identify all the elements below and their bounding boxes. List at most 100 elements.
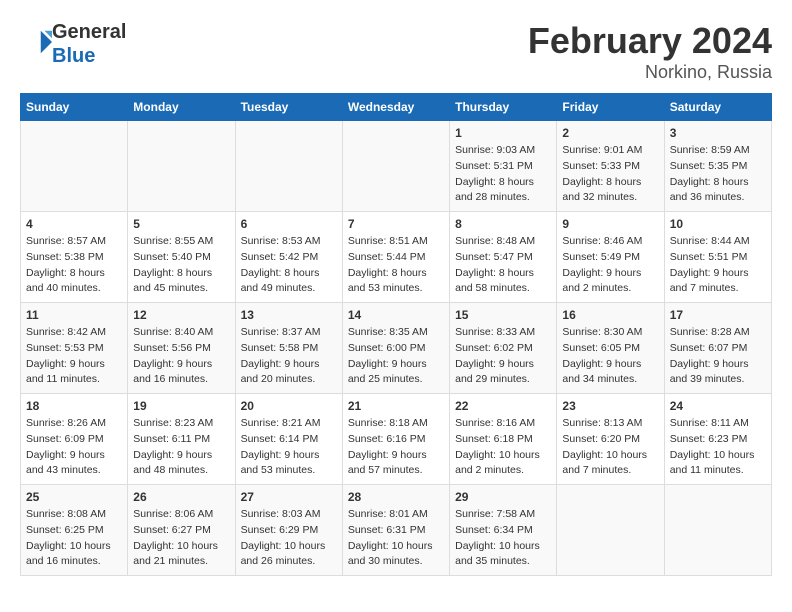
day-number: 6 (241, 217, 337, 231)
day-info: Sunrise: 8:44 AM Sunset: 5:51 PM Dayligh… (670, 234, 766, 297)
calendar-cell: 23 Sunrise: 8:13 AM Sunset: 6:20 PM Dayli… (557, 394, 664, 485)
day-info: Sunrise: 9:01 AM Sunset: 5:33 PM Dayligh… (562, 143, 658, 206)
day-number: 2 (562, 126, 658, 140)
calendar-header: SundayMondayTuesdayWednesdayThursdayFrid… (21, 94, 772, 121)
day-number: 7 (348, 217, 444, 231)
week-row-3: 11Sunrise: 8:42 AM Sunset: 5:53 PM Dayli… (21, 303, 772, 394)
calendar-cell (128, 121, 235, 212)
weekday-tuesday: Tuesday (235, 94, 342, 121)
calendar-cell: 2 Sunrise: 9:01 AM Sunset: 5:33 PM Daylig… (557, 121, 664, 212)
weekday-thursday: Thursday (450, 94, 557, 121)
day-info: Sunrise: 7:58 AM Sunset: 6:34 PM Dayligh… (455, 507, 551, 570)
week-row-5: 25Sunrise: 8:08 AM Sunset: 6:25 PM Dayli… (21, 485, 772, 576)
calendar-cell (664, 485, 771, 576)
page-header: General Blue February 2024 Norkino, Russ… (20, 20, 772, 83)
calendar-cell: 28 Sunrise: 8:01 AM Sunset: 6:31 PM Dayli… (342, 485, 449, 576)
calendar-cell: 6 Sunrise: 8:53 AM Sunset: 5:42 PM Daylig… (235, 212, 342, 303)
day-number: 16 (562, 308, 658, 322)
day-number: 21 (348, 399, 444, 413)
day-number: 4 (26, 217, 122, 231)
day-info: Sunrise: 8:42 AM Sunset: 5:53 PM Dayligh… (26, 325, 122, 388)
day-number: 22 (455, 399, 551, 413)
day-number: 25 (26, 490, 122, 504)
calendar-cell: 4 Sunrise: 8:57 AM Sunset: 5:38 PM Daylig… (21, 212, 128, 303)
logo-text-blue: Blue (52, 44, 126, 68)
calendar-cell: 8Sunrise: 8:48 AM Sunset: 5:47 PM Daylig… (450, 212, 557, 303)
calendar-cell: 22 Sunrise: 8:16 AM Sunset: 6:18 PM Dayli… (450, 394, 557, 485)
day-info: Sunrise: 8:46 AM Sunset: 5:49 PM Dayligh… (562, 234, 658, 297)
calendar-cell: 11Sunrise: 8:42 AM Sunset: 5:53 PM Dayli… (21, 303, 128, 394)
calendar-cell (342, 121, 449, 212)
calendar-cell: 21 Sunrise: 8:18 AM Sunset: 6:16 PM Dayli… (342, 394, 449, 485)
day-info: Sunrise: 8:51 AM Sunset: 5:44 PM Dayligh… (348, 234, 444, 297)
calendar-body: 1 Sunrise: 9:03 AM Sunset: 5:31 PM Daylig… (21, 121, 772, 576)
day-info: Sunrise: 8:33 AM Sunset: 6:02 PM Dayligh… (455, 325, 551, 388)
day-number: 8 (455, 217, 551, 231)
calendar-cell: 24Sunrise: 8:11 AM Sunset: 6:23 PM Dayli… (664, 394, 771, 485)
day-info: Sunrise: 8:21 AM Sunset: 6:14 PM Dayligh… (241, 416, 337, 479)
logo-text-general: General (52, 20, 126, 44)
day-info: Sunrise: 8:30 AM Sunset: 6:05 PM Dayligh… (562, 325, 658, 388)
day-number: 5 (133, 217, 229, 231)
title-block: February 2024 Norkino, Russia (528, 20, 772, 83)
day-info: Sunrise: 9:03 AM Sunset: 5:31 PM Dayligh… (455, 143, 551, 206)
day-number: 18 (26, 399, 122, 413)
day-number: 26 (133, 490, 229, 504)
day-info: Sunrise: 8:55 AM Sunset: 5:40 PM Dayligh… (133, 234, 229, 297)
day-info: Sunrise: 8:01 AM Sunset: 6:31 PM Dayligh… (348, 507, 444, 570)
day-info: Sunrise: 8:23 AM Sunset: 6:11 PM Dayligh… (133, 416, 229, 479)
calendar-cell: 17 Sunrise: 8:28 AM Sunset: 6:07 PM Dayli… (664, 303, 771, 394)
calendar-cell: 15 Sunrise: 8:33 AM Sunset: 6:02 PM Dayli… (450, 303, 557, 394)
calendar-cell: 1 Sunrise: 9:03 AM Sunset: 5:31 PM Daylig… (450, 121, 557, 212)
day-info: Sunrise: 8:06 AM Sunset: 6:27 PM Dayligh… (133, 507, 229, 570)
calendar-cell: 16 Sunrise: 8:30 AM Sunset: 6:05 PM Dayli… (557, 303, 664, 394)
calendar-cell: 3 Sunrise: 8:59 AM Sunset: 5:35 PM Daylig… (664, 121, 771, 212)
calendar-cell: 14 Sunrise: 8:35 AM Sunset: 6:00 PM Dayli… (342, 303, 449, 394)
day-number: 14 (348, 308, 444, 322)
day-number: 28 (348, 490, 444, 504)
day-number: 12 (133, 308, 229, 322)
day-info: Sunrise: 8:13 AM Sunset: 6:20 PM Dayligh… (562, 416, 658, 479)
day-number: 19 (133, 399, 229, 413)
calendar-cell: 19 Sunrise: 8:23 AM Sunset: 6:11 PM Dayli… (128, 394, 235, 485)
day-info: Sunrise: 8:53 AM Sunset: 5:42 PM Dayligh… (241, 234, 337, 297)
day-number: 29 (455, 490, 551, 504)
calendar-cell: 12 Sunrise: 8:40 AM Sunset: 5:56 PM Dayli… (128, 303, 235, 394)
calendar-cell: 29 Sunrise: 7:58 AM Sunset: 6:34 PM Dayli… (450, 485, 557, 576)
weekday-wednesday: Wednesday (342, 94, 449, 121)
day-number: 24 (670, 399, 766, 413)
day-info: Sunrise: 8:16 AM Sunset: 6:18 PM Dayligh… (455, 416, 551, 479)
week-row-1: 1 Sunrise: 9:03 AM Sunset: 5:31 PM Daylig… (21, 121, 772, 212)
calendar-cell: 25Sunrise: 8:08 AM Sunset: 6:25 PM Dayli… (21, 485, 128, 576)
day-info: Sunrise: 8:57 AM Sunset: 5:38 PM Dayligh… (26, 234, 122, 297)
calendar-cell (557, 485, 664, 576)
day-info: Sunrise: 8:18 AM Sunset: 6:16 PM Dayligh… (348, 416, 444, 479)
day-info: Sunrise: 8:40 AM Sunset: 5:56 PM Dayligh… (133, 325, 229, 388)
day-info: Sunrise: 8:03 AM Sunset: 6:29 PM Dayligh… (241, 507, 337, 570)
calendar-table: SundayMondayTuesdayWednesdayThursdayFrid… (20, 93, 772, 576)
calendar-cell: 27 Sunrise: 8:03 AM Sunset: 6:29 PM Dayli… (235, 485, 342, 576)
page-title: February 2024 (528, 20, 772, 62)
day-info: Sunrise: 8:28 AM Sunset: 6:07 PM Dayligh… (670, 325, 766, 388)
day-info: Sunrise: 8:35 AM Sunset: 6:00 PM Dayligh… (348, 325, 444, 388)
calendar-cell (21, 121, 128, 212)
weekday-sunday: Sunday (21, 94, 128, 121)
weekday-friday: Friday (557, 94, 664, 121)
day-number: 20 (241, 399, 337, 413)
weekday-header-row: SundayMondayTuesdayWednesdayThursdayFrid… (21, 94, 772, 121)
calendar-cell: 13Sunrise: 8:37 AM Sunset: 5:58 PM Dayli… (235, 303, 342, 394)
calendar-cell: 9Sunrise: 8:46 AM Sunset: 5:49 PM Daylig… (557, 212, 664, 303)
day-number: 27 (241, 490, 337, 504)
day-info: Sunrise: 8:59 AM Sunset: 5:35 PM Dayligh… (670, 143, 766, 206)
calendar-cell: 18Sunrise: 8:26 AM Sunset: 6:09 PM Dayli… (21, 394, 128, 485)
day-number: 3 (670, 126, 766, 140)
day-number: 15 (455, 308, 551, 322)
weekday-saturday: Saturday (664, 94, 771, 121)
logo-icon (22, 27, 52, 57)
day-number: 23 (562, 399, 658, 413)
weekday-monday: Monday (128, 94, 235, 121)
calendar-cell: 20 Sunrise: 8:21 AM Sunset: 6:14 PM Dayli… (235, 394, 342, 485)
page-subtitle: Norkino, Russia (528, 62, 772, 83)
day-number: 1 (455, 126, 551, 140)
day-number: 17 (670, 308, 766, 322)
